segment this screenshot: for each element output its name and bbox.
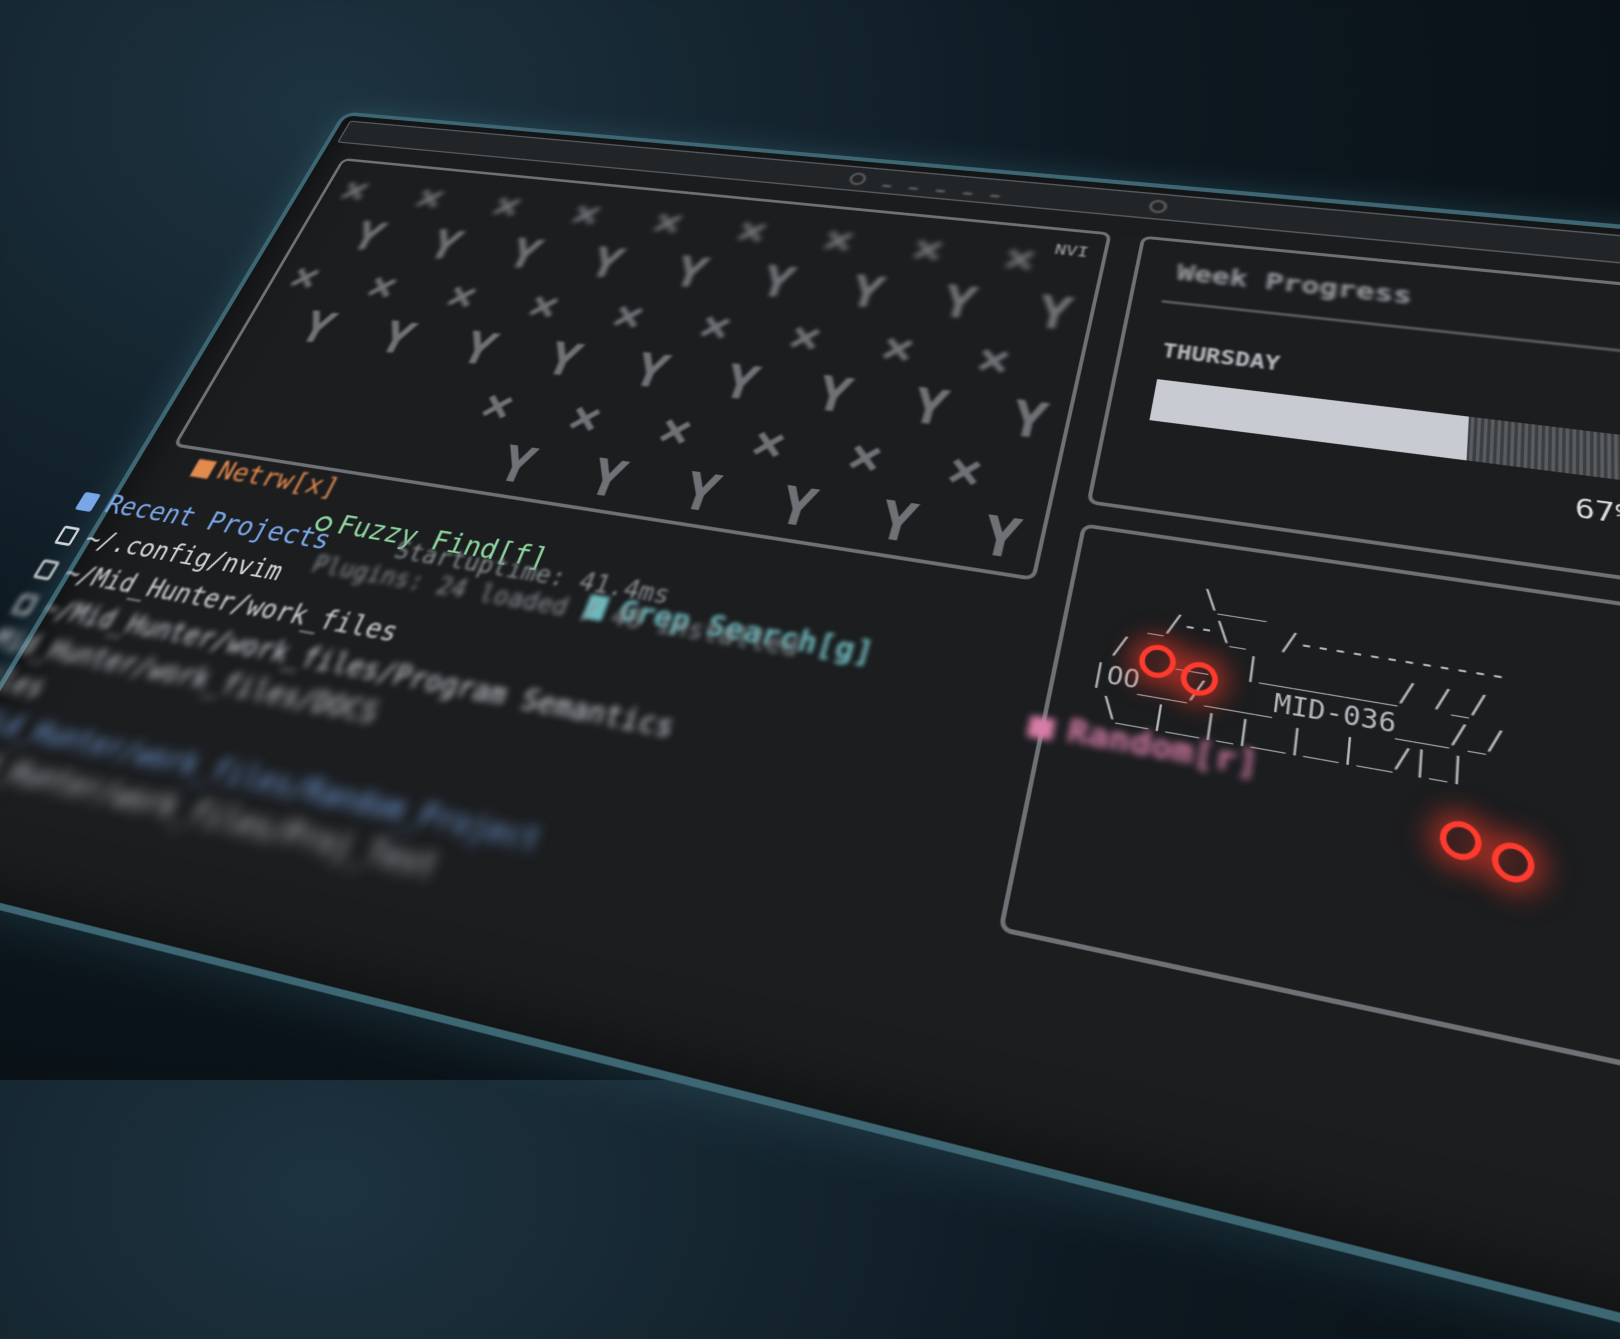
monitor-icon (53, 525, 81, 547)
pattern-glyph: ⨯ (690, 299, 741, 354)
pattern-glyph: ⨯ (518, 280, 570, 332)
pattern-glyph: Y (1004, 390, 1053, 451)
folder-icon (74, 491, 102, 512)
pattern-glyph: Y (370, 312, 424, 365)
pattern-glyph: Y (753, 256, 802, 309)
dashboard-tag: NVI (1052, 240, 1091, 261)
progress-day: THURSDAY (1160, 339, 1282, 376)
pattern-glyph: Y (499, 230, 550, 279)
pattern-glyph: ⨯ (781, 309, 830, 365)
stage: ▁ ▁ ▁ ▁ ▁ ⨯ ⨯ ⨯ ⨯ ⨯ ⨯ ⨯ ⨯ ⨯ Y Y Y Y Y Y Y Y Y ⨯ ⨯ ⨯ ⨯ ⨯ ⨯ ⨯ ⨯ ⨯ Y Y Y… (0, 0, 1620, 1339)
pattern-glyph: ⨯ (279, 252, 332, 302)
terminal-screen: ▁ ▁ ▁ ▁ ▁ ⨯ ⨯ ⨯ ⨯ ⨯ ⨯ ⨯ ⨯ ⨯ Y Y Y Y Y Y Y Y Y ⨯ ⨯ ⨯ ⨯ ⨯ ⨯ ⨯ ⨯ ⨯ Y Y Y… (0, 111, 1620, 1339)
pattern-glyph: ⨯ (330, 167, 381, 213)
recent-projects: Recent Projects ~/.config/nvim ~/Mid_Hun… (0, 486, 720, 926)
pattern-glyph: ⨯ (649, 401, 702, 460)
pattern-glyph: ⨯ (997, 232, 1043, 285)
pattern-glyph: Y (935, 275, 983, 330)
pattern-glyph: Y (808, 366, 859, 425)
pattern-glyph: ⨯ (562, 190, 611, 238)
pattern-glyph: Y (420, 221, 471, 270)
pattern-glyph: ⨯ (644, 198, 692, 247)
pattern-glyph: ⨯ (728, 206, 776, 256)
pattern-glyph: ⨯ (558, 389, 612, 447)
pattern-glyph: ⨯ (603, 289, 654, 343)
pattern-glyph: Y (770, 475, 824, 540)
progress-percent: 67% (1574, 492, 1620, 532)
monitor-icon (11, 593, 39, 616)
circle-icon (1148, 199, 1168, 214)
pattern-glyph: ⨯ (940, 439, 990, 503)
pattern-glyph: Y (579, 448, 635, 510)
pattern-glyph: Y (871, 489, 924, 556)
pattern-glyph: ⨯ (815, 215, 862, 265)
pattern-glyph: Y (843, 266, 891, 319)
progress-bar-fill (1149, 379, 1469, 461)
pattern-glyph: Y (905, 378, 955, 438)
pattern-glyph: Y (666, 247, 715, 299)
pattern-glyph: ⨯ (405, 175, 455, 221)
pattern-glyph: Y (537, 332, 590, 388)
pattern-glyph: Y (673, 461, 728, 525)
shuffle-icon (1026, 714, 1056, 741)
folder-icon (189, 458, 218, 479)
pattern-glyph: Y (625, 343, 677, 400)
pattern-glyph: Y (1031, 285, 1077, 341)
red-eye-icon (1491, 839, 1535, 887)
pattern-glyph: ⨯ (874, 320, 923, 377)
top-status-text: ▁ ▁ ▁ ▁ ▁ (882, 174, 1008, 198)
pattern-glyph: Y (581, 238, 631, 289)
ascii-art-panel: \___ _/--\_ /------------ / __ |________… (998, 523, 1620, 1085)
pattern-glyph: Y (715, 354, 766, 412)
pattern-glyph: ⨯ (356, 261, 409, 311)
pattern-glyph: ⨯ (471, 377, 525, 434)
progress-title: Week Progress (1174, 259, 1413, 311)
pattern-glyph: Y (290, 302, 344, 354)
pattern-glyph: ⨯ (905, 223, 951, 275)
pattern-glyph: ⨯ (840, 426, 891, 488)
list-item-label: Files (0, 659, 52, 705)
pattern-glyph: ⨯ (483, 182, 532, 229)
pattern-glyph: Y (975, 504, 1027, 572)
monitor-icon (32, 559, 61, 581)
dashboard-header-box: ⨯ ⨯ ⨯ ⨯ ⨯ ⨯ ⨯ ⨯ ⨯ Y Y Y Y Y Y Y Y Y ⨯ ⨯ ⨯ ⨯ ⨯ ⨯ ⨯ ⨯ ⨯ Y Y Y Y Y Y Y Y Y ⨯ ⨯ ⨯ ⨯… (172, 157, 1112, 581)
progress-bar (1149, 379, 1620, 482)
pattern-glyph: ⨯ (743, 413, 795, 474)
dashboard-pattern: ⨯ ⨯ ⨯ ⨯ ⨯ ⨯ ⨯ ⨯ ⨯ Y Y Y Y Y Y Y Y Y ⨯ ⨯ ⨯ ⨯ ⨯ ⨯ ⨯ ⨯ ⨯ Y Y Y Y Y Y Y Y Y ⨯ ⨯ ⨯ ⨯… (178, 161, 1108, 577)
pattern-glyph: ⨯ (970, 331, 1018, 389)
pattern-glyph: Y (452, 322, 505, 376)
pattern-glyph: Y (342, 213, 394, 261)
red-eye-icon (1438, 817, 1483, 864)
pattern-glyph: ⨯ (436, 270, 488, 322)
circle-icon (848, 172, 868, 186)
pattern-glyph: Y (489, 435, 545, 496)
